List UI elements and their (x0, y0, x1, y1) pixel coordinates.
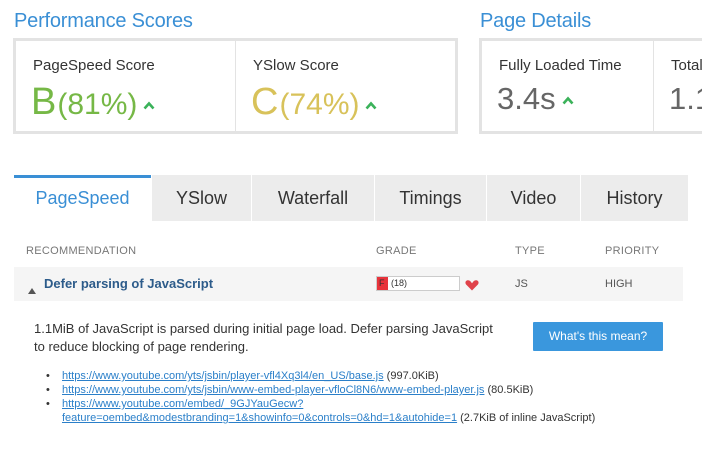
total-size-value: 1.1 (669, 81, 702, 117)
bullet: • (46, 384, 50, 396)
page-details-title: Page Details (480, 10, 591, 32)
pagespeed-score-value: B(81%) (31, 81, 155, 124)
yslow-grade: C (251, 81, 280, 123)
resource-size: (2.7KiB of inline JavaScript) (457, 412, 596, 424)
yslow-score-value: C(74%) (251, 81, 377, 124)
yslow-score-label: YSlow Score (253, 57, 339, 74)
fully-loaded-label: Fully Loaded Time (499, 57, 622, 74)
header-type: TYPE (515, 245, 545, 257)
header-priority: PRIORITY (605, 245, 660, 257)
performance-scores-title: Performance Scores (14, 10, 193, 32)
resource-size: (997.0KiB) (383, 370, 439, 382)
yslow-percent: (74%) (279, 88, 360, 121)
fully-loaded-card: Fully Loaded Time 3.4s (482, 41, 653, 131)
pagespeed-percent: (81%) (57, 88, 138, 121)
tab-history[interactable]: History (580, 175, 688, 221)
trend-up-icon (365, 97, 377, 115)
heart-icon (465, 278, 479, 296)
total-size-card: Total 1.1 (654, 41, 702, 131)
total-size-label: Total (671, 57, 702, 74)
tab-yslow[interactable]: YSlow (151, 175, 251, 221)
bullet: • (46, 398, 50, 410)
resource-link[interactable]: https://www.youtube.com/yts/jsbin/www-em… (62, 384, 484, 396)
page-details-panel: Fully Loaded Time 3.4s Total 1.1 (479, 38, 702, 134)
recommendation-priority: HIGH (605, 278, 633, 290)
yslow-score-card: YSlow Score C(74%) (236, 41, 455, 131)
grade-bar-letter: F (379, 278, 385, 288)
trend-up-icon (562, 92, 574, 110)
report-tabs: PageSpeed YSlow Waterfall Timings Video … (14, 175, 688, 221)
performance-scores-panel: PageSpeed Score B(81%) YSlow Score C(74%… (13, 38, 458, 134)
list-item: • https://www.youtube.com/yts/jsbin/playe… (46, 369, 686, 383)
resource-link[interactable]: https://www.youtube.com/embed/_9GJYauGec… (62, 398, 457, 424)
pagespeed-score-card: PageSpeed Score B(81%) (16, 41, 235, 131)
list-item: • https://www.youtube.com/yts/jsbin/www-e… (46, 383, 686, 397)
collapse-caret-icon[interactable] (28, 281, 36, 299)
recommendation-description: 1.1MiB of JavaScript is parsed during in… (34, 321, 493, 354)
recommendation-type: JS (515, 278, 528, 290)
total-size: 1.1 (669, 81, 702, 116)
tab-pagespeed[interactable]: PageSpeed (14, 175, 151, 221)
bullet: • (46, 370, 50, 382)
trend-up-icon (143, 97, 155, 115)
grade-bar-number: (18) (391, 278, 408, 288)
whats-this-mean-button[interactable]: What's this mean? (533, 322, 663, 351)
recommendation-row[interactable]: Defer parsing of JavaScript F (18) JS HI… (14, 267, 683, 301)
pagespeed-grade: B (31, 81, 58, 123)
grade-bar: F (18) (376, 276, 460, 291)
recommendation-title[interactable]: Defer parsing of JavaScript (44, 276, 213, 291)
tab-waterfall[interactable]: Waterfall (251, 175, 374, 221)
header-recommendation: RECOMMENDATION (26, 245, 137, 257)
pagespeed-score-label: PageSpeed Score (33, 57, 155, 74)
fully-loaded-time: 3.4s (497, 81, 556, 116)
list-item: • https://www.youtube.com/embed/_9GJYauGe… (46, 397, 686, 425)
resource-link[interactable]: https://www.youtube.com/yts/jsbin/player… (62, 370, 384, 382)
header-grade: GRADE (376, 245, 417, 257)
tab-timings[interactable]: Timings (374, 175, 486, 221)
tab-video[interactable]: Video (486, 175, 580, 221)
resource-list: • https://www.youtube.com/yts/jsbin/playe… (46, 369, 686, 425)
fully-loaded-value: 3.4s (497, 81, 574, 117)
resource-size: (80.5KiB) (484, 384, 534, 396)
